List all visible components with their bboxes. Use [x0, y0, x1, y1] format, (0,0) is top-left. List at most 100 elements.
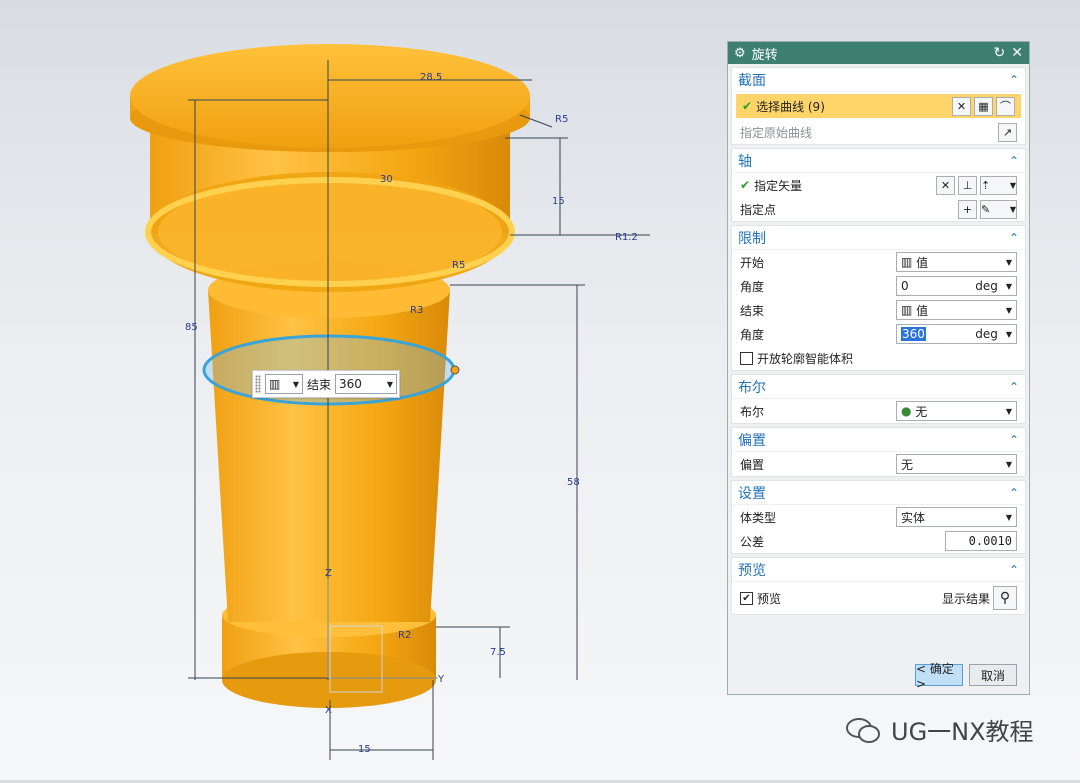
unit-label: deg — [975, 327, 998, 341]
end-type-value: 值 — [916, 303, 929, 318]
section-header-axis[interactable]: 轴 ⌃ — [732, 149, 1025, 173]
limits-panel: 限制 ⌃ 开始 ▥ 值 ▼ 角度 0 deg ▼ 结束 ▥ 值 ▼ 角度 360 deg ▼… — [731, 225, 1026, 371]
start-type-dropdown[interactable]: ▥ 值 ▼ — [896, 252, 1017, 272]
offset-panel: 偏置 ⌃ 偏置 无 ▼ — [731, 427, 1026, 477]
dialog-title-bar[interactable]: ⚙ 旋转 ↻ ✕ — [728, 42, 1029, 64]
dim-radius-r12[interactable]: R1.2 — [615, 232, 638, 243]
section-header-offset[interactable]: 偏置 ⌃ — [732, 428, 1025, 452]
open-profile-row[interactable]: 开放轮廓智能体积 — [732, 346, 1025, 370]
chevron-up-icon[interactable]: ⌃ — [1009, 486, 1019, 500]
offset-value: 无 — [901, 457, 914, 472]
checkmark-icon: ✔ — [740, 178, 751, 192]
vector-type-dropdown[interactable]: ⇡ ▼ — [980, 175, 1017, 195]
start-angle-value: 0 — [901, 279, 909, 293]
boolean-label: 布尔 — [740, 404, 765, 419]
ok-button[interactable]: < 确定 > — [915, 662, 963, 691]
section-panel: 截面 ⌃ ✔ 选择曲线 (9) ✕ ▦ ⌒ 指定原始曲线 ↗ — [731, 67, 1026, 145]
section-header-section[interactable]: 截面 ⌃ — [732, 68, 1025, 92]
dim-total-height[interactable]: 85 — [185, 322, 198, 333]
start-angle-input[interactable]: 0 deg ▼ — [896, 276, 1017, 296]
end-angle-value: 360 — [339, 377, 362, 391]
chevron-up-icon[interactable]: ⌃ — [1009, 154, 1019, 168]
chevron-up-icon[interactable]: ⌃ — [1009, 231, 1019, 245]
dim-angle-top[interactable]: R5 — [555, 114, 568, 125]
start-label: 开始 — [740, 255, 765, 270]
boolean-dropdown[interactable]: ● 无 ▼ — [896, 401, 1017, 421]
body-type-label: 体类型 — [740, 510, 777, 525]
section-title: 偏置 — [738, 432, 766, 449]
value-type-select[interactable]: ▥ ▼ — [265, 374, 303, 394]
reset-icon[interactable]: ↻ — [994, 45, 1006, 61]
preview-checkbox[interactable]: ✔ — [740, 591, 753, 605]
body-type-dropdown[interactable]: 实体 ▼ — [896, 507, 1017, 527]
offset-label: 偏置 — [740, 457, 765, 472]
dim-base-height[interactable]: 7.5 — [490, 647, 506, 658]
curve-rule-icon[interactable]: ✕ — [952, 96, 971, 116]
end-angle-value: 360 — [901, 327, 926, 341]
grip-handle[interactable] — [255, 375, 261, 393]
end-row: 结束 ▥ 值 ▼ — [732, 298, 1025, 322]
section-title: 预览 — [738, 562, 766, 579]
chevron-up-icon[interactable]: ⌃ — [1009, 380, 1019, 394]
select-curve-row[interactable]: ✔ 选择曲线 (9) ✕ ▦ ⌒ — [736, 94, 1021, 118]
offset-row: 偏置 无 ▼ — [732, 452, 1025, 476]
chevron-up-icon[interactable]: ⌃ — [1009, 433, 1019, 447]
section-header-boolean[interactable]: 布尔 ⌃ — [732, 375, 1025, 399]
end-type-dropdown[interactable]: ▥ 值 ▼ — [896, 300, 1017, 320]
section-title: 限制 — [738, 230, 766, 247]
axis-y-label: Y — [437, 674, 445, 685]
vector-dialog-icon[interactable]: ⊥ — [958, 175, 977, 195]
chevron-down-icon: ▼ — [386, 379, 394, 389]
settings-panel: 设置 ⌃ 体类型 实体 ▼ 公差 0.0010 — [731, 480, 1026, 554]
start-angle-label: 角度 — [740, 279, 765, 294]
cancel-button[interactable]: 取消 — [969, 664, 1017, 686]
boolean-icon: ● — [901, 404, 916, 418]
open-profile-label: 开放轮廓智能体积 — [757, 351, 854, 366]
vector-row[interactable]: ✔ 指定矢量 ✕ ⊥ ⇡ ▼ — [732, 173, 1025, 197]
dialog-title: 旋转 — [751, 47, 778, 63]
dim-r-small[interactable]: R2 — [398, 630, 411, 641]
tolerance-label: 公差 — [740, 534, 765, 549]
close-icon[interactable]: ✕ — [1011, 45, 1023, 61]
section-title: 设置 — [738, 485, 766, 502]
preview-panel: 预览 ⌃ ✔ 预览 显示结果 ⚲ — [731, 557, 1026, 615]
revolve-dialog: ⚙ 旋转 ↻ ✕ 截面 ⌃ ✔ 选择曲线 (9) ✕ ▦ ⌒ 指定原始曲线 ↗ — [727, 41, 1030, 695]
dim-angle-lower[interactable]: R3 — [410, 305, 423, 316]
dim-lower-height[interactable]: 58 — [567, 477, 580, 488]
checkmark-icon: ✔ — [742, 99, 753, 113]
boolean-value: 无 — [915, 404, 928, 419]
tolerance-input[interactable]: 0.0010 — [945, 531, 1017, 551]
offset-dropdown[interactable]: 无 ▼ — [896, 454, 1017, 474]
sketch-icon[interactable]: ▦ — [974, 96, 993, 116]
end-label: 结束 — [740, 303, 765, 318]
watermark: UG一NX教程 — [845, 712, 1034, 747]
end-angle-input[interactable]: 360 ▼ — [335, 374, 398, 394]
curve-arrow-icon[interactable]: ↗ — [998, 122, 1017, 142]
chevron-up-icon[interactable]: ⌃ — [1009, 563, 1019, 577]
curve-icon[interactable]: ⌒ — [996, 96, 1015, 116]
end-label: 结束 — [307, 377, 332, 392]
magnifier-icon[interactable]: ⚲ — [993, 586, 1017, 610]
point-type-dropdown[interactable]: ✎ ▼ — [980, 199, 1017, 219]
open-profile-checkbox[interactable] — [740, 351, 753, 365]
unit-label: deg — [975, 279, 998, 293]
chevron-up-icon[interactable]: ⌃ — [1009, 73, 1019, 87]
reverse-direction-icon[interactable]: ✕ — [936, 175, 955, 195]
section-header-preview[interactable]: 预览 ⌃ — [732, 558, 1025, 582]
section-header-limits[interactable]: 限制 ⌃ — [732, 226, 1025, 250]
section-header-settings[interactable]: 设置 ⌃ — [732, 481, 1025, 505]
end-angle-input[interactable]: 360 deg ▼ — [896, 324, 1017, 344]
dim-base-width[interactable]: 15 — [358, 744, 371, 755]
dim-top-radius[interactable]: 28.5 — [420, 72, 442, 83]
gear-icon[interactable]: ⚙ — [734, 46, 746, 61]
value-icon: ▥ — [269, 377, 281, 391]
point-dialog-icon[interactable]: + — [958, 199, 977, 219]
preview-row: ✔ 预览 显示结果 ⚲ — [732, 582, 1025, 614]
dim-mid[interactable]: 30 — [380, 174, 393, 185]
original-curve-row[interactable]: 指定原始曲线 ↗ — [732, 120, 1025, 144]
start-type-value: 值 — [916, 255, 929, 270]
dim-angle-mid[interactable]: R5 — [452, 260, 465, 271]
point-row[interactable]: 指定点 + ✎ ▼ — [732, 197, 1025, 221]
dim-height-15[interactable]: 15 — [552, 196, 565, 207]
drag-handle[interactable] — [450, 365, 460, 375]
